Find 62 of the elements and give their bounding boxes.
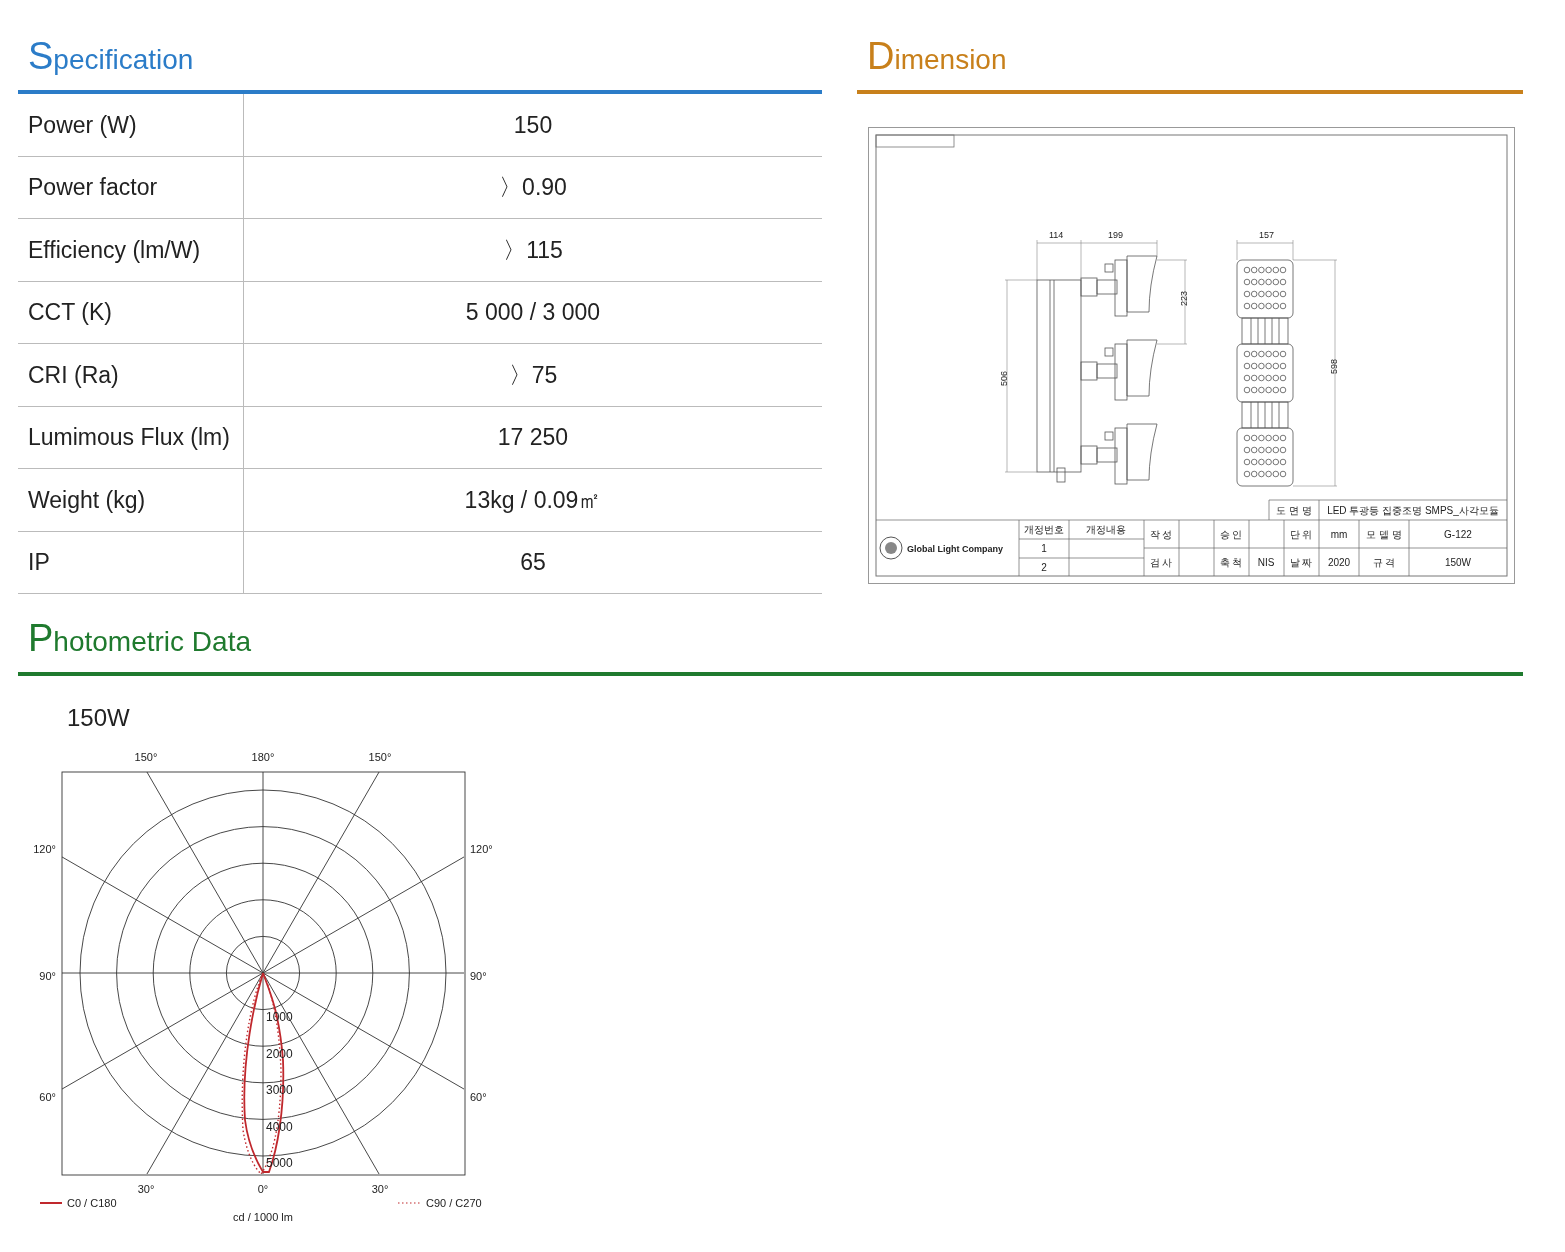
- table-cell: 2: [1041, 562, 1047, 573]
- angle-label: 150°: [368, 751, 392, 763]
- section-title: Specification: [27, 33, 194, 79]
- dimension-label: 114: [1049, 230, 1064, 240]
- company-name: Global Light Company: [907, 544, 1003, 554]
- spec-value: 65: [520, 548, 546, 577]
- dimension-label: 199: [1108, 230, 1124, 240]
- spec-value: 150: [513, 110, 553, 140]
- table-cell: 150W: [1444, 557, 1472, 568]
- angle-label: 60°: [39, 1091, 56, 1103]
- dimension-label: 223: [1179, 290, 1189, 306]
- table-header: 축 척: [1219, 557, 1243, 568]
- table-cell: 1: [1041, 543, 1047, 554]
- angle-label: 90°: [39, 970, 56, 982]
- spec-value: 5 000 / 3 000: [465, 298, 601, 327]
- angle-label: 0°: [257, 1183, 269, 1195]
- table-header: 날 짜: [1289, 557, 1313, 568]
- table-cell: NIS: [1257, 557, 1275, 568]
- spec-label: Weight (kg): [28, 485, 146, 515]
- table-cell: G-122: [1444, 529, 1472, 540]
- table-header: 단 위: [1289, 529, 1313, 540]
- axis-unit-label: cd / 1000 lm: [233, 1211, 293, 1223]
- table-cell: LED 투광등 집중조명 SMPS_사각모듈: [1327, 505, 1499, 516]
- spec-label: Lumimous Flux (lm): [28, 423, 230, 452]
- spec-value: 〉115: [503, 235, 563, 265]
- angle-label: 120°: [33, 843, 56, 855]
- table-header: 작 성: [1149, 529, 1173, 540]
- angle-label: 60°: [470, 1091, 487, 1103]
- section-title: Photometric Data: [27, 615, 251, 661]
- angle-label: 30°: [137, 1183, 155, 1195]
- company-logo-icon: [879, 536, 903, 560]
- table-cell: mm: [1330, 529, 1348, 540]
- table-cell: 2020: [1327, 557, 1351, 568]
- dimension-label: 506: [999, 370, 1009, 386]
- spec-label: Power (W): [28, 110, 137, 140]
- chart-subtitle: 150W: [67, 703, 130, 733]
- table-header: 규 격: [1372, 557, 1396, 568]
- spec-label: CRI (Ra): [28, 360, 119, 390]
- angle-label: 150°: [134, 751, 158, 763]
- table-header: 승 인: [1219, 529, 1243, 540]
- spec-label: Power factor: [28, 173, 158, 202]
- dimension-label: 598: [1329, 358, 1339, 374]
- spec-label: CCT (K): [28, 298, 112, 327]
- table-header: 개정내용: [1086, 524, 1126, 535]
- spec-value: 17 250: [497, 423, 569, 452]
- angle-label: 90°: [470, 970, 487, 982]
- legend-label: C0 / C180: [67, 1197, 117, 1209]
- legend-label: C90 / C270: [426, 1197, 482, 1209]
- spec-label: Efficiency (lm/W): [28, 235, 201, 265]
- angle-label: 180°: [251, 751, 275, 763]
- spec-value: 〉0.90: [499, 173, 567, 202]
- table-header: 모 델 명: [1366, 529, 1402, 540]
- spec-value: 〉75: [508, 360, 558, 390]
- dimension-label: 157: [1259, 230, 1275, 240]
- spec-value: 13kg / 0.09㎡: [464, 485, 602, 515]
- spec-label: IP: [28, 548, 50, 577]
- table-header: 검 사: [1149, 557, 1173, 568]
- table-header: 개정번호: [1024, 524, 1064, 535]
- table-header: 도 면 명: [1276, 505, 1312, 516]
- angle-label: 30°: [371, 1183, 389, 1195]
- section-title: Dimension: [866, 33, 1007, 79]
- angle-label: 120°: [470, 843, 493, 855]
